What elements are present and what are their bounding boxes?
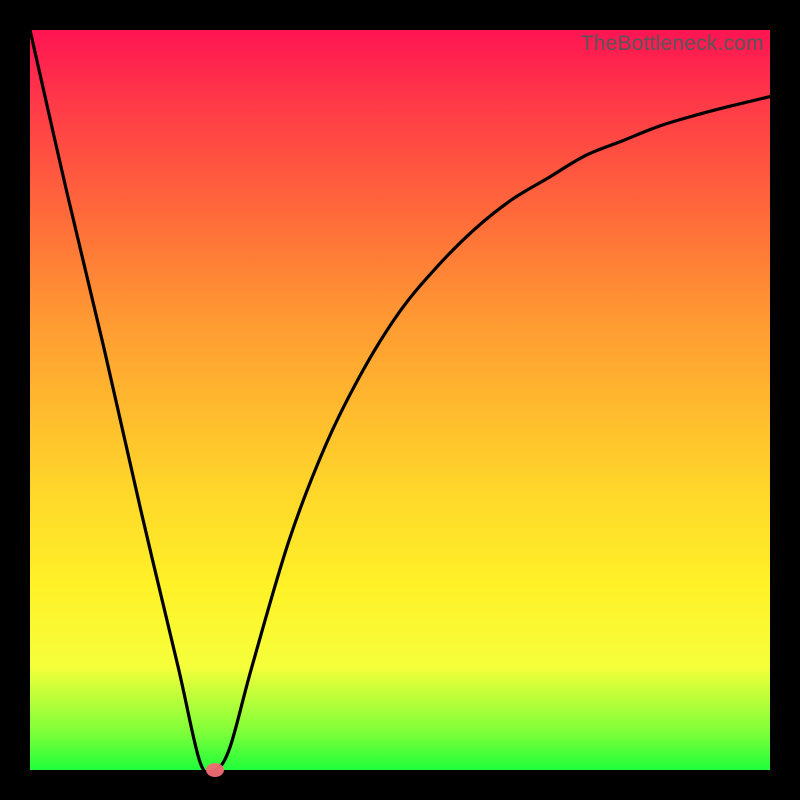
curve-path: [30, 30, 770, 774]
bottleneck-curve: [30, 30, 770, 770]
minimum-marker: [206, 763, 224, 777]
plot-area: TheBottleneck.com: [30, 30, 770, 770]
chart-frame: TheBottleneck.com: [0, 0, 800, 800]
